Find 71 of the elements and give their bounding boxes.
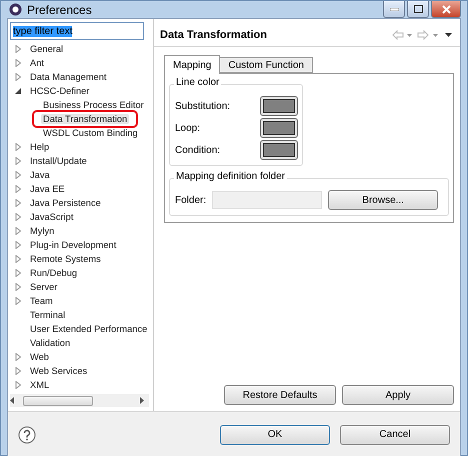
close-button[interactable] xyxy=(431,1,461,18)
expand-arrow-icon[interactable] xyxy=(14,297,22,305)
tree-item[interactable]: General xyxy=(28,44,66,54)
field-label: Condition: xyxy=(175,144,220,156)
tree-item[interactable]: Help xyxy=(28,142,52,152)
tree-item[interactable]: JavaScript xyxy=(28,212,76,222)
tree-item[interactable]: Java EE xyxy=(28,184,67,194)
field-label: Loop: xyxy=(175,122,200,134)
tree-item[interactable]: Data Management xyxy=(28,72,108,82)
tree-item[interactable]: WSDL Custom Binding xyxy=(41,128,140,138)
expand-arrow-icon[interactable] xyxy=(14,227,22,235)
minimize-icon xyxy=(390,8,398,10)
scroll-right-icon[interactable] xyxy=(140,397,145,404)
group-title: Line color xyxy=(174,77,222,88)
ok-button[interactable]: OK xyxy=(220,424,330,444)
expand-arrow-icon[interactable] xyxy=(14,269,22,277)
tree-item[interactable]: Ant xyxy=(28,58,46,68)
expand-arrow-icon[interactable] xyxy=(14,143,22,151)
maximize-icon xyxy=(414,5,422,13)
cancel-button[interactable]: Cancel xyxy=(340,424,450,444)
expand-arrow-icon[interactable] xyxy=(14,73,22,81)
expand-arrow-icon[interactable] xyxy=(14,381,22,389)
expand-arrow-icon[interactable] xyxy=(14,255,22,263)
expand-arrow-icon[interactable] xyxy=(14,367,22,375)
close-icon xyxy=(442,4,450,14)
tree-item[interactable]: Remote Systems xyxy=(28,254,103,264)
field-label: Substitution: xyxy=(175,100,230,112)
tree-item[interactable]: Java xyxy=(28,170,52,180)
navigation-arrows-icon[interactable] xyxy=(392,30,454,40)
apply-button[interactable]: Apply xyxy=(342,385,454,405)
tree-item[interactable]: Install/Update xyxy=(28,156,89,166)
field-label: Folder: xyxy=(175,194,206,206)
expand-arrow-icon[interactable] xyxy=(14,199,22,207)
tree-item[interactable]: Business Process Editor xyxy=(41,100,146,110)
tree-item[interactable]: Web xyxy=(28,352,51,362)
tree-item[interactable]: Java Persistence xyxy=(28,198,103,208)
tab[interactable]: Custom Function xyxy=(219,57,313,73)
browse-button[interactable]: Browse... xyxy=(328,190,438,210)
tree-item[interactable]: Server xyxy=(28,282,60,292)
expand-arrow-icon[interactable] xyxy=(14,353,22,361)
tree-item[interactable]: Mylyn xyxy=(28,226,56,236)
expand-arrow-icon[interactable] xyxy=(14,171,22,179)
horizontal-scrollbar[interactable] xyxy=(10,394,149,407)
page-title: Data Transformation xyxy=(160,28,267,40)
window-title: Preferences xyxy=(27,2,92,16)
expand-arrow-icon[interactable] xyxy=(14,241,22,249)
group-title: Mapping definition folder xyxy=(174,171,287,182)
tree-item[interactable]: User Extended Performance xyxy=(28,324,150,334)
restore-defaults-button[interactable]: Restore Defaults xyxy=(224,385,336,405)
tree-item[interactable]: Web Services xyxy=(28,366,90,376)
maximize-button[interactable] xyxy=(407,1,429,18)
tab[interactable]: Mapping xyxy=(164,55,220,74)
collapse-arrow-icon[interactable] xyxy=(14,87,22,95)
scroll-left-icon[interactable] xyxy=(10,397,15,404)
expand-arrow-icon[interactable] xyxy=(14,45,22,53)
tree-item[interactable]: Team xyxy=(28,296,55,306)
minimize-button[interactable] xyxy=(383,1,405,18)
tree-item[interactable]: XML xyxy=(28,380,52,390)
tree-item[interactable]: HCSC-Definer xyxy=(28,86,92,96)
expand-arrow-icon[interactable] xyxy=(14,283,22,291)
tree-item[interactable]: Run/Debug xyxy=(28,268,80,278)
app-icon xyxy=(9,3,22,16)
tree-item[interactable]: Plug-in Development xyxy=(28,240,118,250)
expand-arrow-icon[interactable] xyxy=(14,213,22,221)
expand-arrow-icon[interactable] xyxy=(14,185,22,193)
tree-item[interactable]: Validation xyxy=(28,338,72,348)
tree-item[interactable]: Terminal xyxy=(28,310,68,320)
expand-arrow-icon[interactable] xyxy=(14,157,22,165)
help-icon[interactable] xyxy=(18,426,36,444)
expand-arrow-icon[interactable] xyxy=(14,59,22,67)
tree-item[interactable]: Data Transformation xyxy=(41,114,130,124)
